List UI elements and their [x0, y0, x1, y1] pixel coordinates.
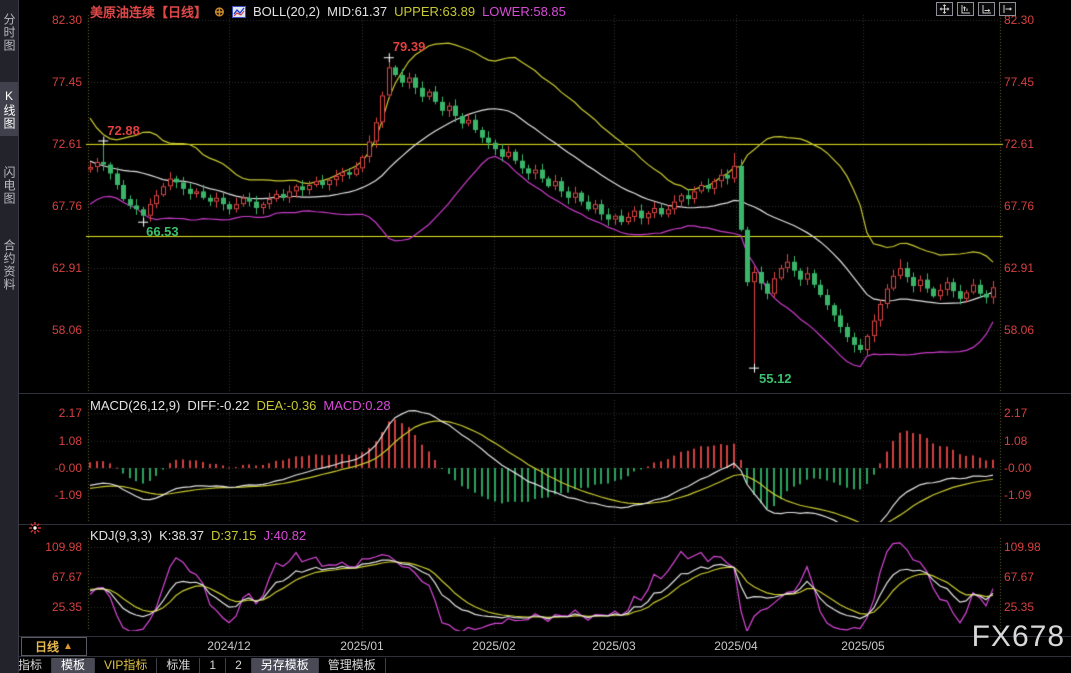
- zoom-y-axis-icon[interactable]: [957, 2, 974, 16]
- indicator-chart-icon[interactable]: [232, 6, 246, 18]
- macd-tick-left-1: 1.08: [20, 434, 82, 448]
- price-tick-left-4: 62.91: [20, 261, 82, 275]
- boll-upper-value: UPPER:63.89: [394, 4, 475, 19]
- toolbar-tab-3[interactable]: 标准: [157, 658, 200, 673]
- x-axis-label-5: 2025/05: [833, 639, 893, 653]
- period-tag: 【日线】: [155, 2, 207, 21]
- boll-mid-value: MID:61.37: [327, 4, 387, 19]
- price-tick-left-5: 58.06: [20, 323, 82, 337]
- toolbar-tab-4[interactable]: 1: [200, 658, 226, 673]
- kdj-tick-right-0: 109.98: [1004, 540, 1041, 554]
- toolbar-tab-2[interactable]: VIP指标: [95, 658, 157, 673]
- x-axis-label-3: 2025/03: [584, 639, 644, 653]
- macd-tick-right-3: -1.09: [1004, 488, 1031, 502]
- sidebar-item-1[interactable]: K线图: [0, 82, 18, 136]
- kdj-d-value: D:37.15: [211, 528, 257, 543]
- starburst-icon[interactable]: [28, 521, 42, 538]
- x-axis-label-2: 2025/02: [464, 639, 524, 653]
- macd-header: MACD(26,12,9) DIFF:-0.22 DEA:-0.36 MACD:…: [90, 398, 391, 413]
- boll-label: BOLL(20,2): [253, 4, 320, 19]
- price-tick-right-2: 72.61: [1004, 137, 1034, 151]
- sidebar: 分时图 K线图闪电图合约资料: [0, 0, 19, 673]
- toolbar-tab-1[interactable]: 模板: [52, 658, 95, 673]
- macd-tick-left-2: -0.00: [20, 461, 82, 475]
- watermark: FX678: [972, 620, 1065, 654]
- kdj-tick-right-2: 25.35: [1004, 600, 1034, 614]
- zoom-x-axis-icon[interactable]: [978, 2, 995, 16]
- price-annotation-1: 66.53: [146, 224, 179, 239]
- kdj-header: KDJ(9,3,3) K:38.37 D:37.15 J:40.82: [90, 528, 306, 543]
- sidebar-item-2[interactable]: 闪电图: [0, 158, 18, 212]
- price-tick-left-1: 77.45: [20, 75, 82, 89]
- kdj-tick-right-1: 67.67: [1004, 570, 1034, 584]
- kdj-k-value: K:38.37: [159, 528, 204, 543]
- price-annotation-0: 72.88: [107, 123, 140, 138]
- x-axis-label-1: 2025/01: [332, 639, 392, 653]
- price-tick-left-2: 72.61: [20, 137, 82, 151]
- macd-kdj-divider: [18, 524, 1071, 525]
- price-annotation-2: 79.39: [393, 39, 426, 54]
- toolbar-tab-5[interactable]: 2: [226, 658, 252, 673]
- boll-lower-value: LOWER:58.85: [482, 4, 566, 19]
- period-label: 日线: [35, 638, 59, 655]
- sidebar-item-3[interactable]: 合约资料: [0, 230, 18, 300]
- price-annotation-3: 55.12: [759, 371, 792, 386]
- chart-canvas[interactable]: [0, 0, 1071, 673]
- pan-crosshair-icon[interactable]: [936, 2, 953, 16]
- x-axis-label-0: 2024/12: [199, 639, 259, 653]
- chart-title-row: 美原油连续【日线】 ⊕ BOLL(20,2) MID:61.37 UPPER:6…: [90, 2, 566, 21]
- macd-macd-value: MACD:0.28: [323, 398, 390, 413]
- price-tick-right-3: 67.76: [1004, 199, 1034, 213]
- kdj-label: KDJ(9,3,3): [90, 528, 152, 543]
- x-axis-label-4: 2025/04: [706, 639, 766, 653]
- chart-app: 分时图 K线图闪电图合约资料 美原油连续【日线】 ⊕ BOLL(20,2) MID…: [0, 0, 1071, 673]
- macd-tick-left-0: 2.17: [20, 406, 82, 420]
- macd-diff-value: DIFF:-0.22: [187, 398, 249, 413]
- bottom-toolbar: 指标模板VIP指标标准12另存模板管理模板: [8, 658, 386, 673]
- macd-tick-left-3: -1.09: [20, 488, 82, 502]
- toolbar-tab-6[interactable]: 另存模板: [252, 658, 319, 673]
- period-selector[interactable]: 日线 ▲: [21, 637, 87, 656]
- macd-dea-value: DEA:-0.36: [256, 398, 316, 413]
- price-tick-left-3: 67.76: [20, 199, 82, 213]
- kdj-xaxis-divider: [18, 636, 1071, 637]
- price-tick-right-1: 77.45: [1004, 75, 1034, 89]
- chart-tool-icons: [936, 2, 1016, 16]
- macd-label: MACD(26,12,9): [90, 398, 180, 413]
- price-tick-right-4: 62.91: [1004, 261, 1034, 275]
- macd-tick-right-2: -0.00: [1004, 461, 1031, 475]
- kdj-tick-left-0: 109.98: [20, 540, 82, 554]
- kdj-tick-left-1: 67.67: [20, 570, 82, 584]
- macd-tick-right-1: 1.08: [1004, 434, 1027, 448]
- link-icon[interactable]: ⊕: [214, 4, 225, 20]
- instrument-title: 美原油连续: [90, 2, 155, 21]
- pan-right-icon[interactable]: [999, 2, 1016, 16]
- kdj-j-value: J:40.82: [264, 528, 307, 543]
- period-arrow-icon: ▲: [63, 641, 73, 652]
- xaxis-toolbar-divider: [18, 656, 1071, 657]
- macd-tick-right-0: 2.17: [1004, 406, 1027, 420]
- sidebar-item-0[interactable]: 分时图: [0, 5, 18, 59]
- kdj-tick-left-2: 25.35: [20, 600, 82, 614]
- price-tick-right-5: 58.06: [1004, 323, 1034, 337]
- price-macd-divider: [18, 393, 1071, 394]
- price-tick-left-0: 82.30: [20, 13, 82, 27]
- toolbar-tab-7[interactable]: 管理模板: [319, 658, 386, 673]
